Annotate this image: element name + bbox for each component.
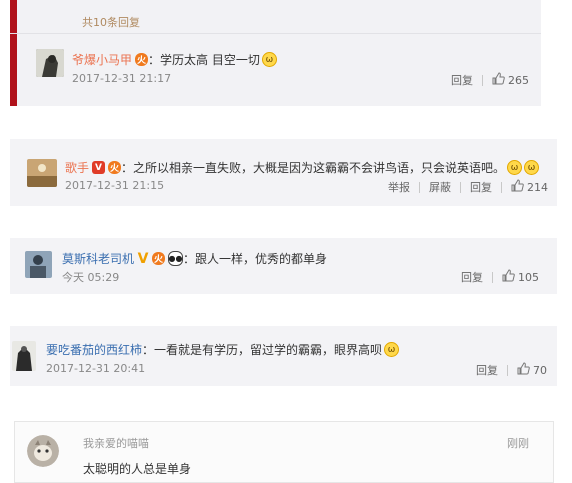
thumbs-up-icon[interactable]: [517, 362, 530, 378]
fire-badge-icon: 火: [152, 252, 166, 265]
thumbs-up-icon[interactable]: [492, 72, 505, 88]
fire-badge-icon: 火: [135, 53, 149, 66]
username[interactable]: 爷爆小马甲: [72, 51, 132, 68]
comment-text: ：之所以相亲一直失败，大概是因为这霸霸不会讲鸟语，只会说英语吧。: [121, 161, 506, 175]
avatar[interactable]: [27, 159, 57, 187]
avatar[interactable]: [36, 49, 64, 77]
divider: [10, 33, 541, 34]
laughing-cat-emoji: ω: [524, 160, 540, 175]
divider: [501, 181, 502, 193]
laughing-cat-emoji: ω: [261, 52, 277, 67]
timestamp: 刚刚: [507, 437, 529, 450]
like-count: 214: [527, 180, 548, 194]
divider: [482, 74, 483, 86]
username[interactable]: 莫斯科老司机: [62, 250, 134, 267]
comment-card-1: 共10条回复 爷爆小马甲 火 ：学历太高 目空一切 ω 2017-12-31 2…: [10, 0, 541, 106]
timestamp: 2017-12-31 21:15: [65, 179, 165, 192]
reply-count-link[interactable]: 共10条回复: [82, 14, 140, 30]
fire-badge-icon: 火: [108, 161, 122, 174]
timestamp: 2017-12-31 21:17: [72, 72, 172, 85]
username[interactable]: 我亲爱的喵喵: [83, 435, 149, 451]
thumbs-up-icon[interactable]: [502, 269, 515, 285]
comment-card-2: 歌手 V 火 ：之所以相亲一直失败，大概是因为这霸霸不会讲鸟语，只会说英语吧。 …: [10, 139, 557, 206]
avatar[interactable]: [12, 341, 36, 371]
laughing-cat-emoji: ω: [507, 160, 523, 175]
avatar[interactable]: [25, 251, 52, 278]
comment-card-4: 要吃番茄的西红柿 ：一看就是有学历，留过学的霸霸，眼界高呗 ω 2017-12-…: [10, 326, 557, 386]
username[interactable]: 歌手: [65, 159, 89, 176]
reply-button[interactable]: 回复: [451, 72, 473, 88]
comment-card-5: 我亲爱的喵喵 刚刚 太聪明的人总是单身: [14, 421, 554, 483]
divider: [507, 364, 508, 376]
vip-badge-icon: V: [137, 250, 149, 267]
laughing-cat-emoji: ω: [384, 342, 400, 357]
username[interactable]: 要吃番茄的西红柿: [46, 341, 142, 358]
timestamp: 今天 05:29: [62, 271, 120, 284]
comment-card-3: 莫斯科老司机 V 火 ●● ：跟人一样，优秀的都单身 今天 05:29 回复 1…: [10, 238, 557, 294]
reply-button[interactable]: 回复: [461, 269, 483, 285]
comment-text: ：跟人一样，优秀的都单身: [183, 252, 328, 266]
panda-badge-icon: ●●: [168, 251, 184, 266]
divider: [419, 181, 420, 193]
vip-badge-icon: V: [92, 161, 106, 174]
like-count: 70: [533, 363, 547, 377]
block-button[interactable]: 屏蔽: [429, 179, 451, 195]
comment-text: ：一看就是有学历，留过学的霸霸，眼界高呗: [142, 343, 383, 357]
comment-text: ：学历太高 目空一切: [148, 53, 260, 67]
reply-button[interactable]: 回复: [470, 179, 492, 195]
avatar[interactable]: [27, 435, 59, 467]
timestamp: 2017-12-31 20:41: [46, 362, 146, 375]
comment-text: 太聪明的人总是单身: [83, 462, 192, 476]
divider: [492, 271, 493, 283]
reply-button[interactable]: 回复: [476, 362, 498, 378]
like-count: 105: [518, 270, 539, 284]
accent-bar: [10, 0, 17, 106]
divider: [460, 181, 461, 193]
like-count: 265: [508, 73, 529, 87]
report-button[interactable]: 举报: [388, 179, 410, 195]
thumbs-up-icon[interactable]: [511, 179, 524, 195]
